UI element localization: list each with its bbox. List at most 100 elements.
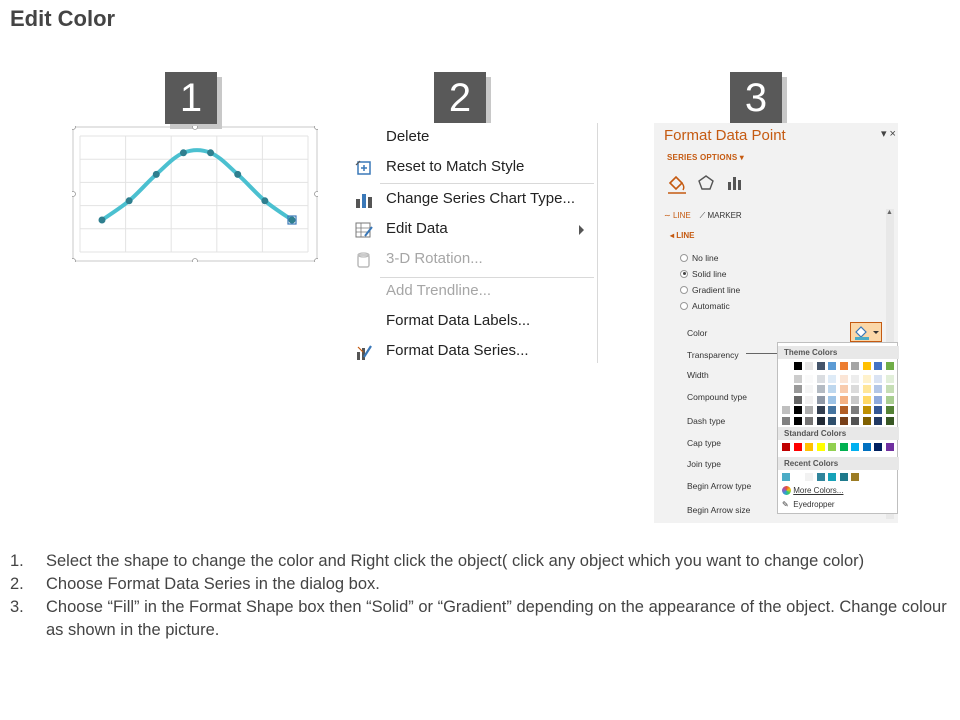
- theme-color-swatch[interactable]: [816, 385, 825, 393]
- theme-color-swatch[interactable]: [839, 406, 848, 414]
- standard-color-swatch[interactable]: [793, 443, 802, 451]
- standard-color-swatch[interactable]: [805, 443, 813, 451]
- theme-color-swatch[interactable]: [816, 395, 825, 404]
- pane-controls[interactable]: ▾ ×: [881, 127, 896, 140]
- theme-color-swatch[interactable]: [816, 374, 825, 383]
- recent-color-swatch[interactable]: [782, 473, 790, 481]
- theme-color-swatch[interactable]: [805, 395, 813, 404]
- recent-color-swatch[interactable]: [851, 473, 859, 481]
- theme-color-swatch[interactable]: [782, 362, 790, 370]
- theme-color-swatch[interactable]: [839, 374, 848, 383]
- theme-color-swatch[interactable]: [862, 362, 871, 370]
- theme-color-swatch[interactable]: [874, 395, 882, 404]
- theme-color-swatch[interactable]: [851, 362, 859, 370]
- standard-color-swatch[interactable]: [885, 443, 894, 451]
- more-colors-button[interactable]: More Colors...: [782, 486, 843, 496]
- theme-color-swatch[interactable]: [828, 406, 836, 414]
- theme-color-swatch[interactable]: [885, 362, 894, 370]
- radio-automatic[interactable]: Automatic: [680, 301, 730, 311]
- recent-color-swatch[interactable]: [839, 473, 848, 481]
- theme-color-swatch[interactable]: [862, 406, 871, 414]
- menu-item-3d-rotation[interactable]: 3-D Rotation...: [350, 245, 598, 275]
- theme-color-swatch[interactable]: [828, 385, 836, 393]
- menu-item-delete[interactable]: Delete: [350, 123, 598, 153]
- theme-color-swatch[interactable]: [839, 416, 848, 425]
- theme-color-swatch[interactable]: [828, 416, 836, 425]
- recent-color-swatch[interactable]: [793, 473, 802, 481]
- theme-color-swatch[interactable]: [816, 406, 825, 414]
- theme-color-swatch[interactable]: [839, 395, 848, 404]
- standard-color-swatch[interactable]: [874, 443, 882, 451]
- menu-item-change-chart-type[interactable]: Change Series Chart Type...: [350, 185, 598, 215]
- theme-color-swatch[interactable]: [793, 416, 802, 425]
- theme-color-swatch[interactable]: [839, 362, 848, 370]
- effects-pentagon-icon[interactable]: [698, 175, 714, 190]
- theme-color-swatch[interactable]: [885, 416, 894, 425]
- theme-color-swatch[interactable]: [793, 374, 802, 383]
- theme-color-swatch[interactable]: [793, 406, 802, 414]
- theme-color-swatch[interactable]: [862, 385, 871, 393]
- menu-item-reset-style[interactable]: Reset to Match Style: [350, 153, 598, 183]
- selected-line-chart[interactable]: [70, 124, 320, 264]
- theme-color-swatch[interactable]: [805, 385, 813, 393]
- eyedropper-button[interactable]: ✎ Eyedropper: [782, 500, 835, 509]
- theme-color-swatch[interactable]: [885, 374, 894, 383]
- fill-line-icon[interactable]: [668, 175, 686, 194]
- theme-color-swatch[interactable]: [885, 406, 894, 414]
- theme-color-swatch[interactable]: [851, 395, 859, 404]
- menu-item-format-data-labels[interactable]: Format Data Labels...: [350, 307, 598, 337]
- theme-color-swatch[interactable]: [782, 416, 790, 425]
- theme-color-swatch[interactable]: [874, 385, 882, 393]
- menu-item-add-trendline[interactable]: Add Trendline...: [350, 277, 598, 307]
- theme-color-swatch[interactable]: [851, 416, 859, 425]
- recent-color-swatch[interactable]: [828, 473, 836, 481]
- color-picker-button[interactable]: [850, 322, 882, 342]
- theme-color-swatch[interactable]: [862, 395, 871, 404]
- theme-color-swatch[interactable]: [851, 385, 859, 393]
- theme-color-swatch[interactable]: [805, 362, 813, 370]
- line-section-header[interactable]: ◂ LINE: [670, 231, 694, 240]
- theme-color-swatch[interactable]: [816, 416, 825, 425]
- theme-color-swatch[interactable]: [805, 374, 813, 383]
- menu-item-edit-data[interactable]: Edit Data: [350, 215, 598, 245]
- scroll-up-icon[interactable]: ▲: [886, 209, 893, 216]
- theme-color-swatch[interactable]: [793, 395, 802, 404]
- theme-color-swatch[interactable]: [874, 362, 882, 370]
- series-options-icon[interactable]: [728, 177, 741, 190]
- standard-color-swatch[interactable]: [862, 443, 871, 451]
- radio-gradient-line[interactable]: Gradient line: [680, 285, 740, 295]
- series-options-dropdown[interactable]: SERIES OPTIONS ▾: [667, 153, 744, 162]
- theme-color-swatch[interactable]: [782, 395, 790, 404]
- theme-color-swatch[interactable]: [851, 374, 859, 383]
- theme-color-swatch[interactable]: [782, 374, 790, 383]
- standard-color-swatch[interactable]: [782, 443, 790, 451]
- tab-line[interactable]: ∼ LINE: [664, 211, 691, 220]
- theme-color-swatch[interactable]: [885, 385, 894, 393]
- radio-no-line[interactable]: No line: [680, 253, 718, 263]
- theme-color-swatch[interactable]: [874, 416, 882, 425]
- theme-color-swatch[interactable]: [862, 416, 871, 425]
- theme-color-swatch[interactable]: [851, 406, 859, 414]
- theme-color-swatch[interactable]: [816, 362, 825, 370]
- radio-solid-line[interactable]: Solid line: [680, 269, 727, 279]
- theme-color-swatch[interactable]: [793, 362, 802, 370]
- standard-color-swatch[interactable]: [839, 443, 848, 451]
- theme-color-swatch[interactable]: [782, 385, 790, 393]
- standard-color-swatch[interactable]: [851, 443, 859, 451]
- recent-color-swatch[interactable]: [805, 473, 813, 481]
- theme-color-swatch[interactable]: [839, 385, 848, 393]
- theme-color-swatch[interactable]: [828, 374, 836, 383]
- menu-item-format-data-series[interactable]: Format Data Series...: [350, 337, 598, 367]
- theme-color-swatch[interactable]: [862, 374, 871, 383]
- theme-color-swatch[interactable]: [805, 416, 813, 425]
- theme-color-swatch[interactable]: [805, 406, 813, 414]
- theme-color-swatch[interactable]: [874, 406, 882, 414]
- theme-color-swatch[interactable]: [782, 406, 790, 414]
- standard-color-swatch[interactable]: [816, 443, 825, 451]
- recent-color-swatch[interactable]: [816, 473, 825, 481]
- tab-marker[interactable]: ⟋ MARKER: [700, 211, 742, 220]
- standard-color-swatch[interactable]: [828, 443, 836, 451]
- theme-color-swatch[interactable]: [793, 385, 802, 393]
- theme-color-swatch[interactable]: [874, 374, 882, 383]
- theme-color-swatch[interactable]: [885, 395, 894, 404]
